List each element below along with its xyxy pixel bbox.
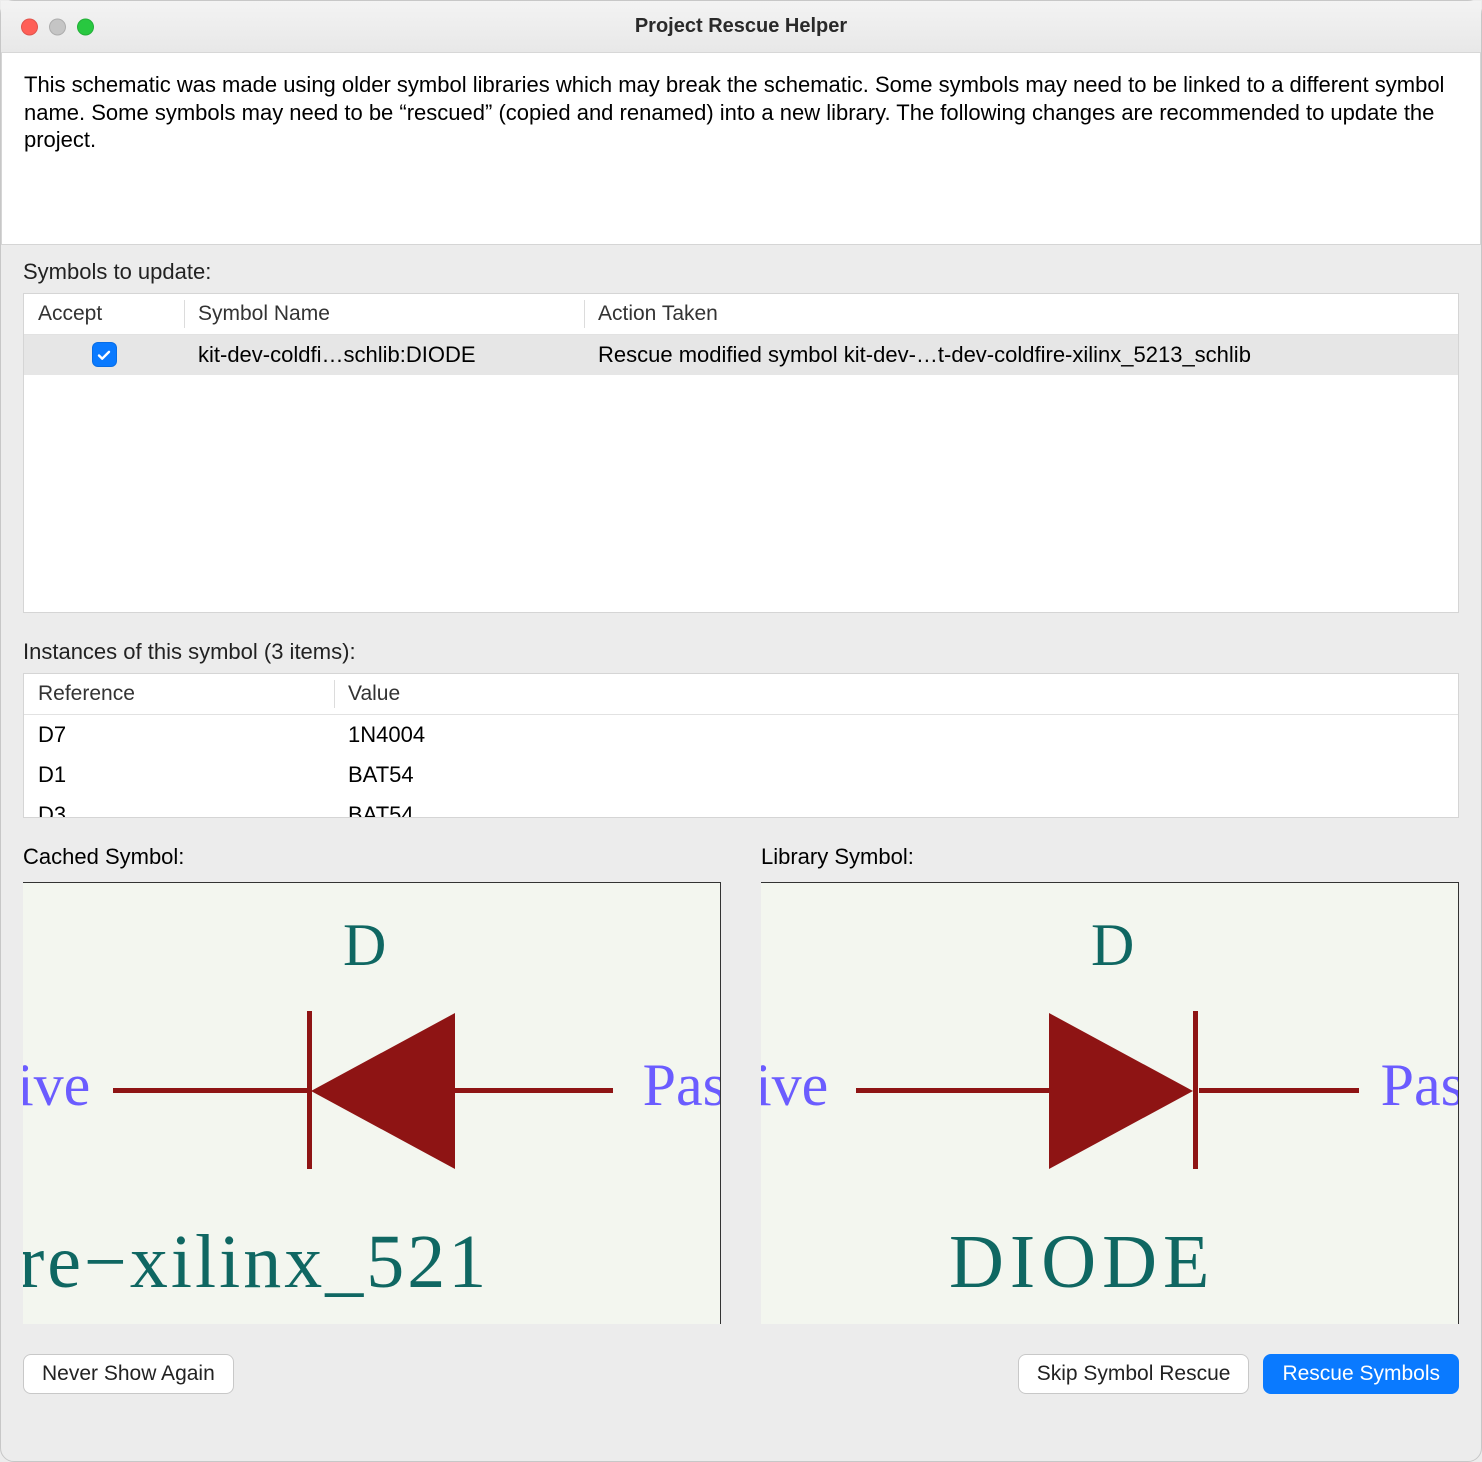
symbols-to-update-label: Symbols to update: [23, 259, 1459, 285]
column-header-action-taken[interactable]: Action Taken [584, 294, 1458, 334]
skip-symbol-rescue-button[interactable]: Skip Symbol Rescue [1018, 1354, 1250, 1394]
close-icon[interactable] [21, 18, 38, 35]
pin-label-right: Pas [1381, 1051, 1459, 1120]
table-row[interactable]: D7 1N4004 [24, 715, 1458, 755]
column-header-symbol-name[interactable]: Symbol Name [184, 294, 584, 334]
column-header-accept[interactable]: Accept [24, 294, 184, 334]
library-symbol-label: Library Symbol: [761, 844, 1459, 870]
pin-label-left: ive [23, 1051, 90, 1120]
minimize-icon[interactable] [49, 18, 66, 35]
value-cell: 1N4004 [334, 718, 1458, 752]
pin-label-left: ive [761, 1051, 828, 1120]
intro-text: This schematic was made using older symb… [1, 53, 1481, 245]
symbol-name-label: re−xilinx_521 [23, 1219, 489, 1306]
pin-label-right: Pas [643, 1051, 721, 1120]
titlebar: Project Rescue Helper [1, 1, 1481, 53]
rescue-symbols-button[interactable]: Rescue Symbols [1263, 1354, 1459, 1394]
reference-cell: D3 [24, 798, 334, 818]
reference-cell: D1 [24, 758, 334, 792]
cached-symbol-label: Cached Symbol: [23, 844, 721, 870]
accept-checkbox[interactable] [92, 342, 117, 367]
designator-label: D [343, 911, 386, 980]
table-row[interactable]: D3 BAT54 [24, 795, 1458, 818]
reference-cell: D7 [24, 718, 334, 752]
library-symbol-preview[interactable]: D ive Pas DIODE [761, 882, 1459, 1324]
symbol-name-label: DIODE [949, 1219, 1215, 1306]
cached-symbol-preview[interactable]: D ive Pas re−xilinx_521 [23, 882, 721, 1324]
window-title: Project Rescue Helper [21, 15, 1461, 38]
never-show-again-button[interactable]: Never Show Again [23, 1354, 234, 1394]
column-header-reference[interactable]: Reference [24, 674, 334, 714]
column-header-value[interactable]: Value [334, 674, 1458, 714]
table-row[interactable]: kit-dev-coldfi…schlib:DIODE Rescue modif… [24, 335, 1458, 375]
value-cell: BAT54 [334, 798, 1458, 818]
symbol-name-cell: kit-dev-coldfi…schlib:DIODE [184, 338, 584, 372]
symbols-table: Accept Symbol Name Action Taken kit-dev-… [23, 293, 1459, 613]
instances-label: Instances of this symbol (3 items): [23, 639, 1459, 665]
zoom-icon[interactable] [77, 18, 94, 35]
window-controls [21, 18, 94, 35]
action-taken-cell: Rescue modified symbol kit-dev-…t-dev-co… [584, 338, 1458, 372]
designator-label: D [1091, 911, 1134, 980]
value-cell: BAT54 [334, 758, 1458, 792]
instances-table: Reference Value D7 1N4004 D1 BAT54 D3 BA… [23, 673, 1459, 818]
table-row[interactable]: D1 BAT54 [24, 755, 1458, 795]
